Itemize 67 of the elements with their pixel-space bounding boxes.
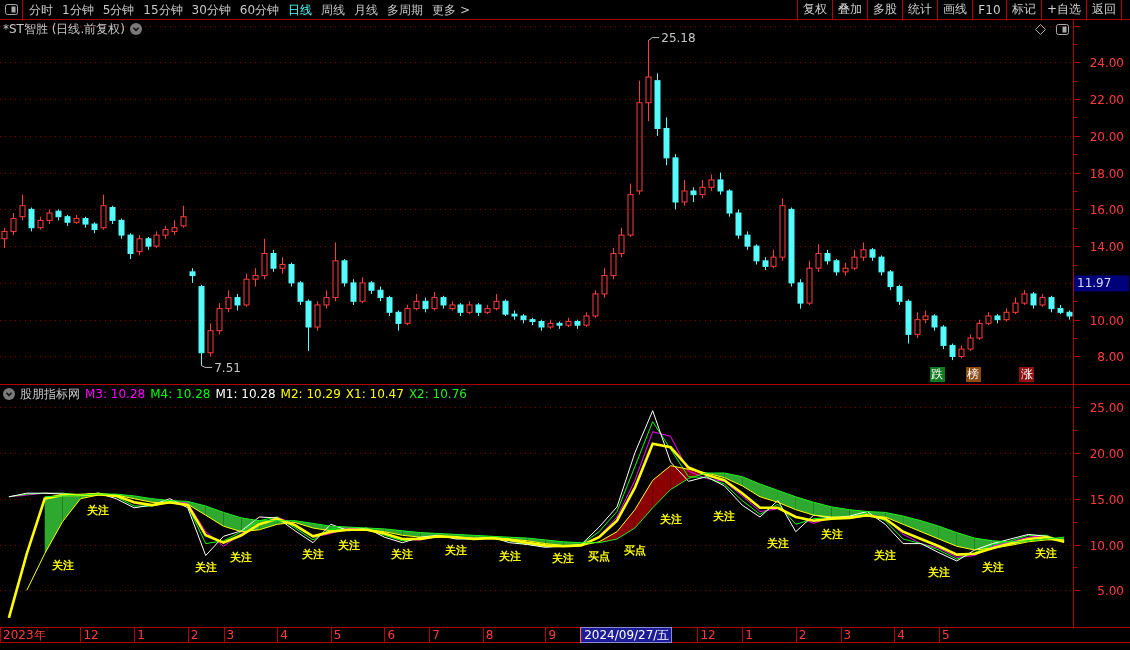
date-label: 5 bbox=[938, 628, 952, 642]
axis-label: 25.00 bbox=[1089, 400, 1124, 415]
date-label: 6 bbox=[384, 628, 398, 642]
axis-label: 15.00 bbox=[1089, 492, 1124, 507]
axis-label: 16.00 bbox=[1089, 202, 1124, 217]
signal-label: 关注 bbox=[445, 544, 467, 557]
annotation: 25.18 bbox=[661, 30, 696, 45]
date-label: 3 bbox=[840, 628, 854, 642]
signal-label: 关注 bbox=[659, 512, 682, 526]
axis-label: 20.00 bbox=[1089, 129, 1124, 144]
legend-value: M3: 10.28 bbox=[85, 387, 146, 401]
axis-label: 14.00 bbox=[1089, 239, 1124, 254]
signal-label: 关注 bbox=[713, 510, 736, 524]
signal-label: 关注 bbox=[552, 552, 575, 566]
axis-label: 10.00 bbox=[1089, 313, 1124, 328]
signal-label: 关注 bbox=[927, 566, 950, 579]
annotation: 7.51 bbox=[214, 361, 241, 376]
signal-label: 关注 bbox=[337, 538, 360, 552]
low-price-annotation: 7.51 bbox=[200, 361, 241, 376]
indicator-name: 股朋指标网 bbox=[20, 387, 80, 401]
date-label: 7 bbox=[429, 628, 442, 642]
axis-label: 8.00 bbox=[1097, 349, 1124, 364]
date-label: 1 bbox=[134, 628, 147, 642]
date-label: 1 bbox=[742, 628, 755, 642]
signal-label: 关注 bbox=[87, 503, 110, 517]
date-label: 8 bbox=[482, 628, 496, 642]
axis-label: 18.00 bbox=[1089, 166, 1124, 181]
legend-value: M1: 10.28 bbox=[215, 387, 276, 401]
signal-label: 关注 bbox=[498, 549, 521, 563]
stock-title: *ST智胜 (日线.前复权) bbox=[3, 22, 125, 36]
axis-label: 24.00 bbox=[1089, 55, 1124, 70]
signal-label: 买点 bbox=[588, 550, 611, 564]
legend-value: M2: 10.29 bbox=[280, 387, 341, 401]
signal-label: 关注 bbox=[1035, 546, 1058, 560]
axis-label: 22.00 bbox=[1089, 92, 1124, 107]
date-label: 2 bbox=[795, 628, 809, 642]
signal-tag: 榜 bbox=[965, 367, 981, 382]
high-price-annotation: 25.18 bbox=[647, 30, 696, 45]
date-label: 4 bbox=[277, 628, 290, 642]
axis-label: 5.00 bbox=[1097, 583, 1124, 598]
signal-label: 买点 bbox=[623, 544, 646, 557]
date-label: 2024/09/27/五 bbox=[581, 628, 672, 642]
signal-label: 关注 bbox=[301, 547, 324, 561]
date-label: 5 bbox=[330, 628, 344, 642]
signal-label: 关注 bbox=[194, 560, 217, 574]
signal-label: 关注 bbox=[230, 551, 253, 565]
signal-label: 关注 bbox=[820, 528, 843, 542]
signal-tag: 跌 bbox=[929, 367, 945, 382]
signal-label: 关注 bbox=[51, 558, 74, 572]
legend-value: X2: 10.76 bbox=[408, 387, 467, 401]
signal-label: 关注 bbox=[391, 547, 414, 561]
signal-label: 关注 bbox=[981, 560, 1004, 574]
date-label: 12 bbox=[697, 628, 718, 642]
date-label: 2023年 bbox=[0, 628, 48, 642]
price-tag: 11.97 bbox=[1074, 275, 1129, 292]
signal-label: 关注 bbox=[766, 536, 789, 550]
date-label: 9 bbox=[545, 628, 559, 642]
signal-label: 关注 bbox=[874, 548, 897, 562]
date-label: 3 bbox=[223, 628, 237, 642]
date-label: 12 bbox=[80, 628, 101, 642]
date-label: 4 bbox=[894, 628, 907, 642]
legend-value: X1: 10.47 bbox=[345, 387, 404, 401]
axis-label: 20.00 bbox=[1089, 446, 1124, 461]
legend-value: M4: 10.28 bbox=[150, 387, 211, 401]
date-label: 2 bbox=[187, 628, 201, 642]
signal-tag: 涨 bbox=[1019, 367, 1035, 382]
axis-label: 10.00 bbox=[1089, 538, 1124, 553]
